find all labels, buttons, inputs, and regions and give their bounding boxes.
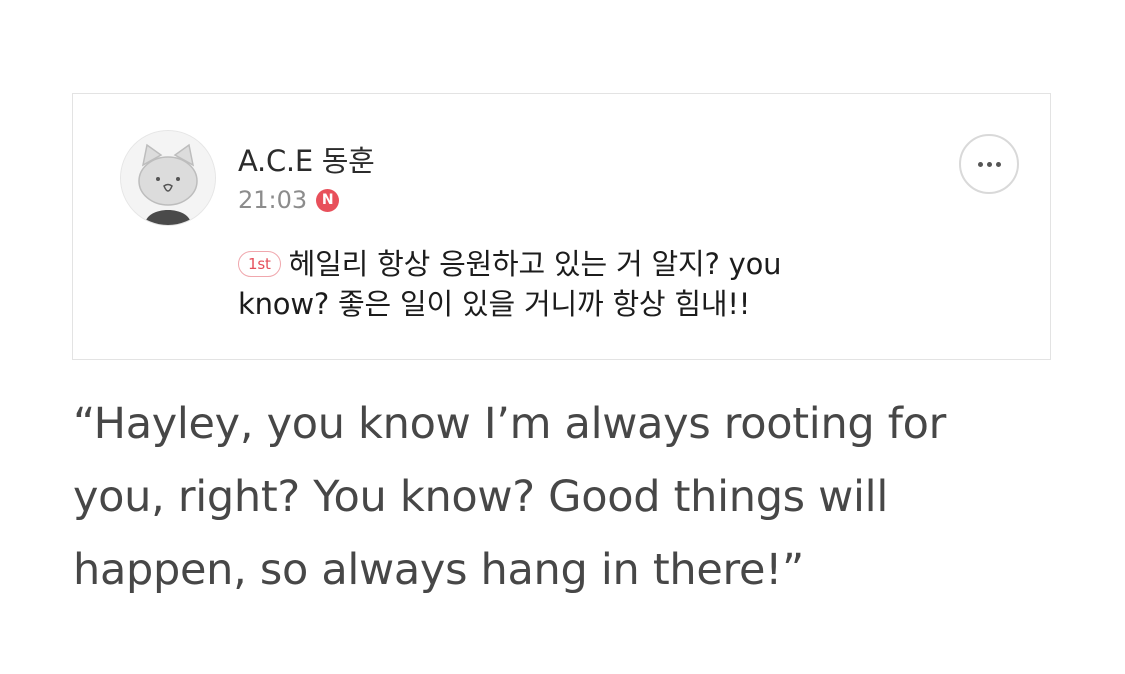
comment-text: 1st 헤일리 항상 응원하고 있는 거 알지? you know? 좋은 일이 …	[238, 244, 928, 324]
author-name[interactable]: A.C.E 동훈	[238, 138, 375, 180]
translation-line-3: happen, so always hang in there!”	[73, 545, 805, 595]
comment-line-1: 헤일리 항상 응원하고 있는 거 알지? you	[288, 247, 782, 281]
comment-card: A.C.E 동훈 21:03 N 1st 헤일리 항상 응원하고 있는 거 알지?…	[72, 93, 1051, 360]
cat-avatar-icon	[121, 131, 215, 225]
translation-line-1: “Hayley, you know I’m always rooting for	[73, 399, 946, 449]
comment-line-2: know? 좋은 일이 있을 거니까 항상 힘내!!	[238, 287, 751, 321]
avatar[interactable]	[120, 130, 216, 226]
more-options-button[interactable]	[959, 134, 1019, 194]
translation-text: “Hayley, you know I’m always rooting for…	[73, 388, 1073, 607]
timestamp: 21:03	[238, 186, 308, 214]
rank-badge: 1st	[238, 251, 281, 277]
time-row: 21:03 N	[238, 186, 340, 214]
more-dots-icon	[977, 161, 1001, 167]
new-badge: N	[316, 188, 340, 212]
translation-line-2: you, right? You know? Good things will	[73, 472, 888, 522]
